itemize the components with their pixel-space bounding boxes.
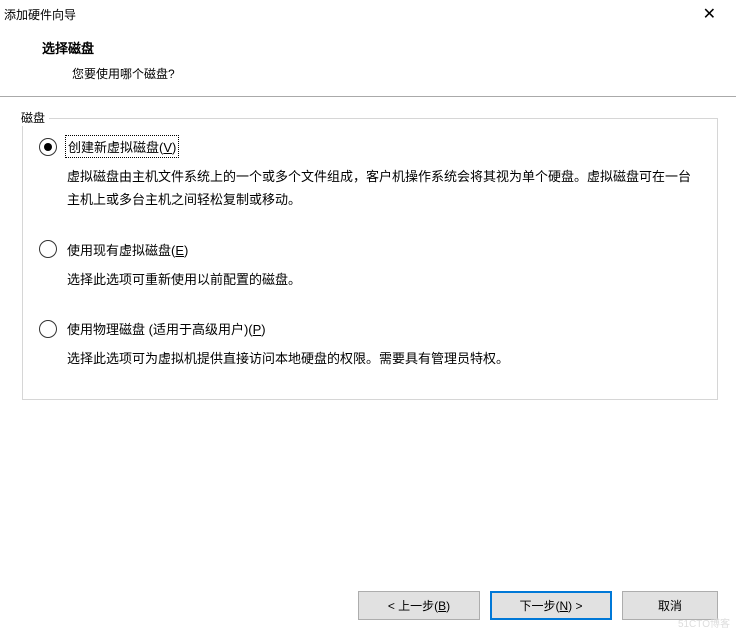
radio-row[interactable]: 创建新虚拟磁盘(V): [39, 137, 701, 156]
back-button[interactable]: < 上一步(B): [358, 591, 480, 620]
radio-label-create-new: 创建新虚拟磁盘(V): [67, 137, 177, 156]
radio-label-use-existing: 使用现有虚拟磁盘(E): [67, 240, 188, 259]
cancel-button[interactable]: 取消: [622, 591, 718, 620]
radio-option-create-new[interactable]: 创建新虚拟磁盘(V) 虚拟磁盘由主机文件系统上的一个或多个文件组成，客户机操作系…: [39, 137, 701, 212]
page-title: 选择磁盘: [42, 38, 716, 57]
radio-icon[interactable]: [39, 138, 57, 156]
groupbox-label: 磁盘: [21, 109, 49, 126]
window-title: 添加硬件向导: [4, 6, 76, 23]
radio-row[interactable]: 使用现有虚拟磁盘(E): [39, 240, 701, 259]
header-separator: [0, 96, 736, 98]
close-icon[interactable]: ✕: [695, 4, 724, 24]
button-bar: < 上一步(B) 下一步(N) > 取消: [358, 591, 718, 620]
next-button[interactable]: 下一步(N) >: [490, 591, 612, 620]
disk-groupbox: 磁盘 创建新虚拟磁盘(V) 虚拟磁盘由主机文件系统上的一个或多个文件组成，客户机…: [22, 118, 718, 400]
radio-row[interactable]: 使用物理磁盘 (适用于高级用户)(P): [39, 319, 701, 338]
radio-icon[interactable]: [39, 320, 57, 338]
page-subtitle: 您要使用哪个磁盘?: [42, 65, 716, 82]
content-area: 磁盘 创建新虚拟磁盘(V) 虚拟磁盘由主机文件系统上的一个或多个文件组成，客户机…: [0, 100, 736, 400]
radio-icon[interactable]: [39, 240, 57, 258]
title-bar: 添加硬件向导 ✕: [0, 0, 736, 28]
radio-option-physical[interactable]: 使用物理磁盘 (适用于高级用户)(P) 选择此选项可为虚拟机提供直接访问本地硬盘…: [39, 319, 701, 371]
radio-description: 选择此选项可为虚拟机提供直接访问本地硬盘的权限。需要具有管理员特权。: [67, 348, 701, 371]
radio-option-use-existing[interactable]: 使用现有虚拟磁盘(E) 选择此选项可重新使用以前配置的磁盘。: [39, 240, 701, 292]
radio-label-physical: 使用物理磁盘 (适用于高级用户)(P): [67, 319, 266, 338]
radio-description: 选择此选项可重新使用以前配置的磁盘。: [67, 269, 701, 292]
radio-description: 虚拟磁盘由主机文件系统上的一个或多个文件组成，客户机操作系统会将其视为单个硬盘。…: [67, 166, 701, 212]
wizard-header: 选择磁盘 您要使用哪个磁盘?: [0, 28, 736, 96]
